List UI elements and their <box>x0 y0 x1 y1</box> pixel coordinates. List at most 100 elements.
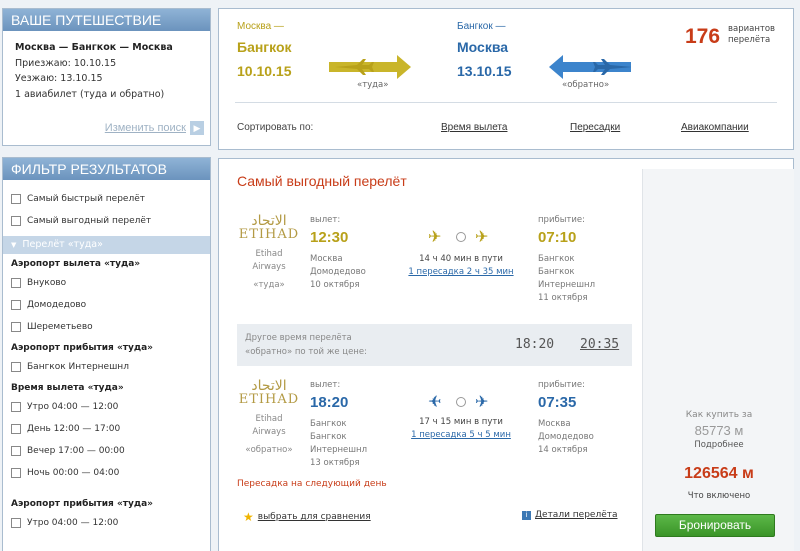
compare-label: выбрать для сравнения <box>257 512 371 522</box>
filter-arr-time[interactable]: Утро 04:00 — 12:00 <box>3 512 210 534</box>
dep-airport: Бангкок <box>310 432 347 442</box>
arr-time: 07:10 <box>538 229 577 246</box>
checkbox[interactable] <box>11 518 21 528</box>
checkbox[interactable] <box>11 402 21 412</box>
checkbox[interactable] <box>11 468 21 478</box>
trip-route: Москва — Бангкок — Москва <box>15 42 173 53</box>
arr-label: прибытие: <box>538 215 585 225</box>
alt-text: Другое время перелёта «обратно» по той ж… <box>245 331 367 359</box>
variants-label-2: перелёта <box>728 35 771 45</box>
alt-time-option[interactable]: 18:20 <box>515 337 554 352</box>
airline-name-2: Airways <box>252 262 286 272</box>
airline-logo-text: ETIHAD <box>238 392 300 407</box>
dep-label: вылет: <box>310 215 341 225</box>
change-search-label: Изменить поиск <box>104 122 186 134</box>
stops-link[interactable]: 1 пересадка 5 ч 5 мин <box>391 430 531 440</box>
sort-label: Сортировать по: <box>237 122 314 133</box>
variants-label-1: вариантов <box>728 24 776 34</box>
arr-airport: Домодедово <box>538 432 594 442</box>
arr-place: Бангкок Бангкок Интернешнл 11 октября <box>538 253 595 305</box>
filter-dep-airport[interactable]: Шереметьево <box>3 316 210 338</box>
arr-airport: Бангкок <box>538 267 575 277</box>
plane-icon: ✈ <box>428 227 442 246</box>
arr-city: Москва <box>538 419 571 429</box>
price-column: Как купить за 85773 м Подробнее 126564 м… <box>642 169 794 551</box>
filter-option-label: Утро 04:00 — 12:00 <box>27 518 119 528</box>
checkbox[interactable] <box>11 424 21 434</box>
filter-option-label: Шереметьево <box>27 322 93 332</box>
dep-place: Бангкок Бангкок Интернешнл 13 октября <box>310 418 367 470</box>
next-day-notice: Пересадка на следующий день <box>237 479 387 489</box>
filter-dep-time[interactable]: Вечер 17:00 — 00:00 <box>3 440 210 462</box>
checkbox[interactable] <box>11 194 21 204</box>
filter-dep-airport[interactable]: Домодедово <box>3 294 210 316</box>
filter-title: ФИЛЬТР РЕЗУЛЬТАТОВ <box>3 158 210 180</box>
book-button[interactable]: Бронировать <box>655 514 775 537</box>
arr-airport-2: Интернешнл <box>538 280 596 290</box>
filter-option-label: Бангкок Интернешнл <box>27 362 129 372</box>
filter-arr-airport[interactable]: Бангкок Интернешнл <box>3 356 210 378</box>
sort-by-time[interactable]: Время вылета <box>441 122 507 133</box>
details-label: Детали перелёта <box>535 510 618 520</box>
checkbox[interactable] <box>11 278 21 288</box>
arr-date: 11 октября <box>538 293 588 303</box>
plane-icon: ✈ <box>475 392 489 411</box>
filter-option-label: День 12:00 — 17:00 <box>27 424 121 434</box>
checkbox[interactable] <box>11 362 21 372</box>
filter-dep-airport[interactable]: Внуково <box>3 272 210 294</box>
alt-time-option[interactable]: 20:35 <box>580 337 619 352</box>
flight-duration: 14 ч 40 мин в пути <box>419 254 503 264</box>
how-to-buy: Как купить за <box>685 410 753 420</box>
outbound-arrow-icon <box>329 55 411 79</box>
trip-leave: Уезжаю: 13.10.15 <box>15 73 103 84</box>
flight-duration: 17 ч 15 мин в пути <box>419 417 503 427</box>
price: 126564 м <box>684 465 754 482</box>
dep-city: Москва <box>310 254 343 264</box>
filter-dep-time[interactable]: Ночь 00:00 — 04:00 <box>3 462 210 484</box>
sort-by-airlines[interactable]: Авиакомпании <box>681 122 749 133</box>
flight-details-link[interactable]: i Детали перелёта <box>522 510 618 520</box>
checkbox[interactable] <box>11 300 21 310</box>
return-arrow-icon <box>549 55 631 79</box>
dep-label: вылет: <box>310 380 341 390</box>
ret-date: 13.10.15 <box>457 63 512 79</box>
filter-option-label: Внуково <box>27 278 67 288</box>
dep-date: 13 октября <box>310 458 360 468</box>
triangle-down-icon: ▼ <box>11 241 17 249</box>
arr-city: Бангкок <box>538 254 575 264</box>
compare-link[interactable]: ★ выбрать для сравнения <box>243 510 371 524</box>
sort-by-stops[interactable]: Пересадки <box>570 122 620 133</box>
filter-outbound-label: Перелёт «туда» <box>22 239 103 250</box>
checkbox[interactable] <box>11 216 21 226</box>
filter-fastest[interactable]: Самый быстрый перелёт <box>3 188 210 210</box>
checkbox[interactable] <box>11 446 21 456</box>
result-title: Самый выгодный перелёт <box>237 173 407 189</box>
alt-text-1: Другое время перелёта <box>245 333 352 343</box>
filter-option-label: Домодедово <box>27 300 87 310</box>
dep-airport-title: Аэропорт вылета «туда» <box>11 259 141 269</box>
arr-label: прибытие: <box>538 380 585 390</box>
filter-cheapest[interactable]: Самый выгодный перелёт <box>3 210 210 232</box>
filter-fastest-label: Самый быстрый перелёт <box>27 194 145 204</box>
stops-link[interactable]: 1 пересадка 2 ч 35 мин <box>391 267 531 277</box>
trip-title: ВАШЕ ПУТЕШЕСТВИЕ <box>3 9 210 31</box>
ret-from: Бангкок — <box>457 21 506 32</box>
included-link[interactable]: Что включено <box>643 491 795 501</box>
filter-dep-time[interactable]: День 12:00 — 17:00 <box>3 418 210 440</box>
plane-icon: ✈ <box>428 392 442 411</box>
filter-option-label: Ночь 00:00 — 04:00 <box>27 468 120 478</box>
airline-name-2: Airways <box>252 427 286 437</box>
direction-label: «туда» <box>253 280 285 290</box>
dep-airport: Домодедово <box>310 267 366 277</box>
airline-name-1: Etihad <box>255 249 283 259</box>
checkbox[interactable] <box>11 322 21 332</box>
more-link[interactable]: Подробнее <box>643 440 795 450</box>
change-search-button[interactable]: Изменить поиск ▶ <box>105 121 204 135</box>
filter-dep-time[interactable]: Утро 04:00 — 12:00 <box>3 396 210 418</box>
airline-logo: الاتحاد ETIHAD Etihad Airways «туда» <box>237 213 301 292</box>
airline-name-1: Etihad <box>255 414 283 424</box>
out-date: 10.10.15 <box>237 63 292 79</box>
filter-outbound-toggle[interactable]: ▼ Перелёт «туда» <box>3 236 210 254</box>
out-from: Москва — <box>237 21 284 32</box>
divider <box>235 102 777 103</box>
